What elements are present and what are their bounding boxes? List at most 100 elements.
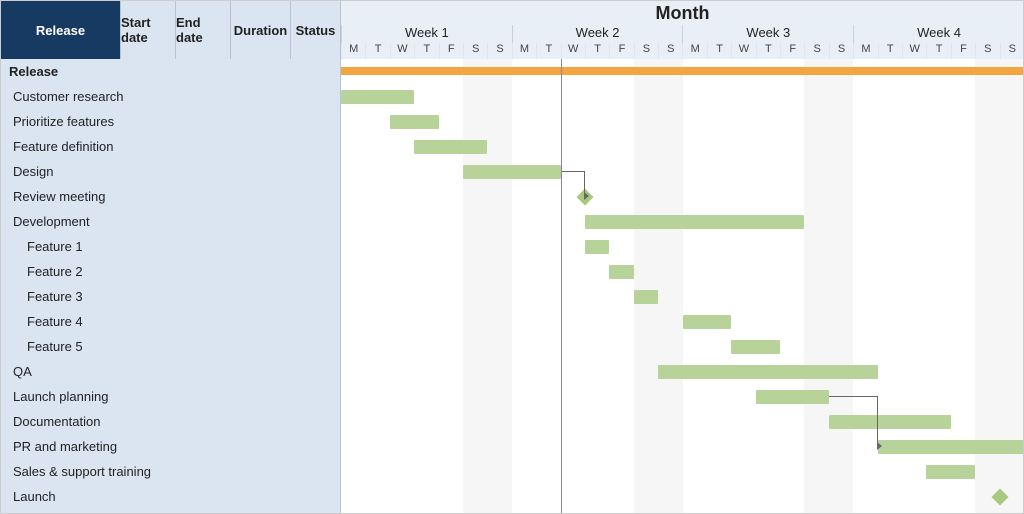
task-bar-launch-planning[interactable] — [756, 390, 829, 404]
task-row-pr-marketing[interactable]: PR and marketing — [1, 434, 340, 459]
col-header-duration: Duration — [231, 1, 291, 59]
chart-row — [341, 284, 1023, 309]
chart-row — [341, 259, 1023, 284]
task-row-launch-planning[interactable]: Launch planning — [1, 384, 340, 409]
day-label: S — [804, 43, 828, 59]
timeline-header: Month Week 1Week 2Week 3Week 4 MTWTFSSMT… — [341, 1, 1024, 59]
task-row-release[interactable]: Release — [1, 59, 340, 84]
week-label: Week 3 — [682, 25, 853, 43]
task-list: ReleaseCustomer researchPrioritize featu… — [1, 59, 341, 514]
task-row-qa[interactable]: QA — [1, 359, 340, 384]
task-bar-pr-marketing[interactable] — [878, 440, 1023, 454]
day-label: T — [414, 43, 438, 59]
task-bar-qa[interactable] — [658, 365, 878, 379]
day-label: F — [439, 43, 463, 59]
chart-row — [341, 484, 1023, 509]
task-bar-customer-research[interactable] — [341, 90, 414, 104]
task-bar-feature-3[interactable] — [634, 290, 658, 304]
task-row-customer-research[interactable]: Customer research — [1, 84, 340, 109]
day-label: T — [926, 43, 950, 59]
task-row-feature-2[interactable]: Feature 2 — [1, 259, 340, 284]
task-bar-development[interactable] — [585, 215, 805, 229]
chart-row — [341, 384, 1023, 409]
day-label: S — [634, 43, 658, 59]
chart-row — [341, 84, 1023, 109]
chart-row — [341, 59, 1023, 84]
chart-row — [341, 159, 1023, 184]
task-bar-prioritize-features[interactable] — [390, 115, 439, 129]
timeline-area[interactable] — [341, 59, 1023, 514]
day-label: M — [682, 43, 706, 59]
task-bar-feature-2[interactable] — [609, 265, 633, 279]
day-label: T — [878, 43, 902, 59]
task-row-feature-4[interactable]: Feature 4 — [1, 309, 340, 334]
week-label: Week 1 — [341, 25, 512, 43]
day-label: T — [536, 43, 560, 59]
day-labels: MTWTFSSMTWTFSSMTWTFSSMTWTFSS — [341, 43, 1024, 59]
day-label: M — [853, 43, 877, 59]
task-bar-feature-definition[interactable] — [414, 140, 487, 154]
chart-row — [341, 359, 1023, 384]
day-label: S — [487, 43, 511, 59]
today-line — [561, 59, 562, 514]
day-label: W — [902, 43, 926, 59]
task-row-feature-5[interactable]: Feature 5 — [1, 334, 340, 359]
col-header-end-date: End date — [176, 1, 231, 59]
gantt-body: ReleaseCustomer researchPrioritize featu… — [1, 59, 1023, 514]
task-row-design[interactable]: Design — [1, 159, 340, 184]
week-label: Week 4 — [853, 25, 1024, 43]
day-label: S — [463, 43, 487, 59]
chart-row — [341, 459, 1023, 484]
gantt-chart: Release Start date End date Duration Sta… — [0, 0, 1024, 514]
task-row-feature-1[interactable]: Feature 1 — [1, 234, 340, 259]
day-label: M — [512, 43, 536, 59]
day-label: T — [585, 43, 609, 59]
day-label: T — [756, 43, 780, 59]
dependency-link — [829, 396, 878, 446]
task-row-sales-support-training[interactable]: Sales & support training — [1, 459, 340, 484]
day-label: M — [341, 43, 365, 59]
chart-row — [341, 234, 1023, 259]
day-label: T — [707, 43, 731, 59]
day-label: F — [951, 43, 975, 59]
chart-row — [341, 209, 1023, 234]
task-row-launch[interactable]: Launch — [1, 484, 340, 509]
timeline-title: Month — [341, 1, 1024, 25]
task-row-feature-definition[interactable]: Feature definition — [1, 134, 340, 159]
task-bar-feature-5[interactable] — [731, 340, 780, 354]
day-label: W — [390, 43, 414, 59]
col-header-status: Status — [291, 1, 341, 59]
task-row-feature-3[interactable]: Feature 3 — [1, 284, 340, 309]
chart-row — [341, 334, 1023, 359]
task-row-development[interactable]: Development — [1, 209, 340, 234]
dependency-link — [561, 171, 585, 196]
task-bar-feature-4[interactable] — [683, 315, 732, 329]
milestone-launch[interactable] — [991, 488, 1008, 505]
task-bar-design[interactable] — [463, 165, 561, 179]
task-row-review-meeting[interactable]: Review meeting — [1, 184, 340, 209]
task-bar-feature-1[interactable] — [585, 240, 609, 254]
day-label: S — [1000, 43, 1024, 59]
header: Release Start date End date Duration Sta… — [1, 1, 1023, 59]
day-label: T — [365, 43, 389, 59]
task-bar-sales-support-training[interactable] — [926, 465, 975, 479]
task-row-documentation[interactable]: Documentation — [1, 409, 340, 434]
col-header-start-date: Start date — [121, 1, 176, 59]
day-label: F — [609, 43, 633, 59]
col-header-release: Release — [1, 1, 121, 59]
chart-row — [341, 134, 1023, 159]
day-label: W — [731, 43, 755, 59]
chart-row — [341, 434, 1023, 459]
chart-row — [341, 109, 1023, 134]
day-label: F — [780, 43, 804, 59]
chart-row — [341, 309, 1023, 334]
chart-row — [341, 409, 1023, 434]
week-label: Week 2 — [512, 25, 683, 43]
summary-bar[interactable] — [341, 67, 1023, 75]
week-labels: Week 1Week 2Week 3Week 4 — [341, 25, 1024, 43]
task-row-prioritize-features[interactable]: Prioritize features — [1, 109, 340, 134]
day-label: W — [561, 43, 585, 59]
day-label: S — [829, 43, 853, 59]
day-label: S — [975, 43, 999, 59]
day-label: S — [658, 43, 682, 59]
